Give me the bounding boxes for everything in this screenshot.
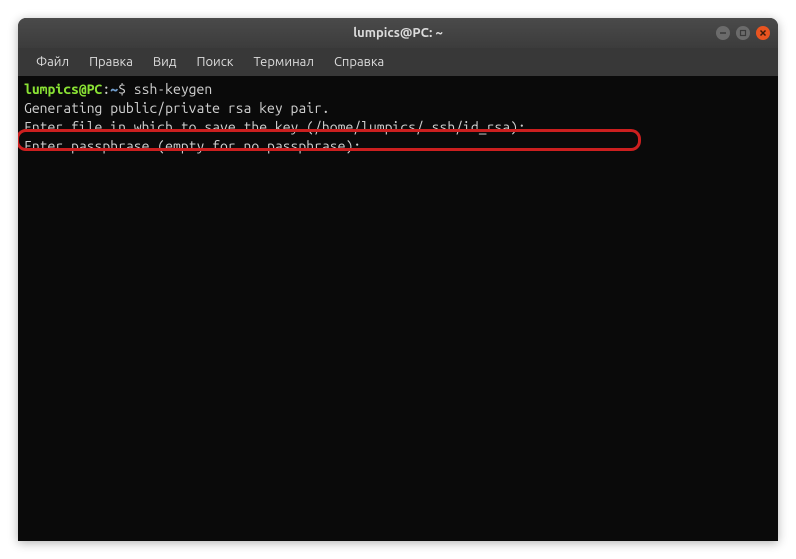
command-text: ssh-keygen [134,81,212,97]
window-controls [716,26,770,40]
prompt-user: lumpics@PC [24,81,102,97]
close-icon [759,29,767,37]
titlebar[interactable]: lumpics@PC: ~ [18,18,778,48]
maximize-icon [739,29,747,37]
terminal-window: lumpics@PC: ~ Файл Правка Вид Поиск Терм… [18,18,778,541]
window-title: lumpics@PC: ~ [353,26,443,40]
output-line-1: Generating public/private rsa key pair. [24,99,772,118]
menu-search[interactable]: Поиск [188,51,241,73]
menu-edit[interactable]: Правка [81,51,141,73]
prompt-path: ~ [110,81,118,97]
close-button[interactable] [756,26,770,40]
prompt-line: lumpics@PC:~$ ssh-keygen [24,80,772,99]
minimize-button[interactable] [716,26,730,40]
terminal-output[interactable]: lumpics@PC:~$ ssh-keygen Generating publ… [18,76,778,541]
output-line-2: Enter file in which to save the key (/ho… [24,118,772,137]
minimize-icon [719,29,727,37]
prompt-symbol: $ [118,81,134,97]
output-line-3: Enter passphrase (empty for no passphras… [24,137,772,156]
menu-terminal[interactable]: Терминал [245,51,321,73]
menu-help[interactable]: Справка [326,51,392,73]
menu-view[interactable]: Вид [145,51,185,73]
menubar: Файл Правка Вид Поиск Терминал Справка [18,48,778,76]
menu-file[interactable]: Файл [28,51,77,73]
maximize-button[interactable] [736,26,750,40]
